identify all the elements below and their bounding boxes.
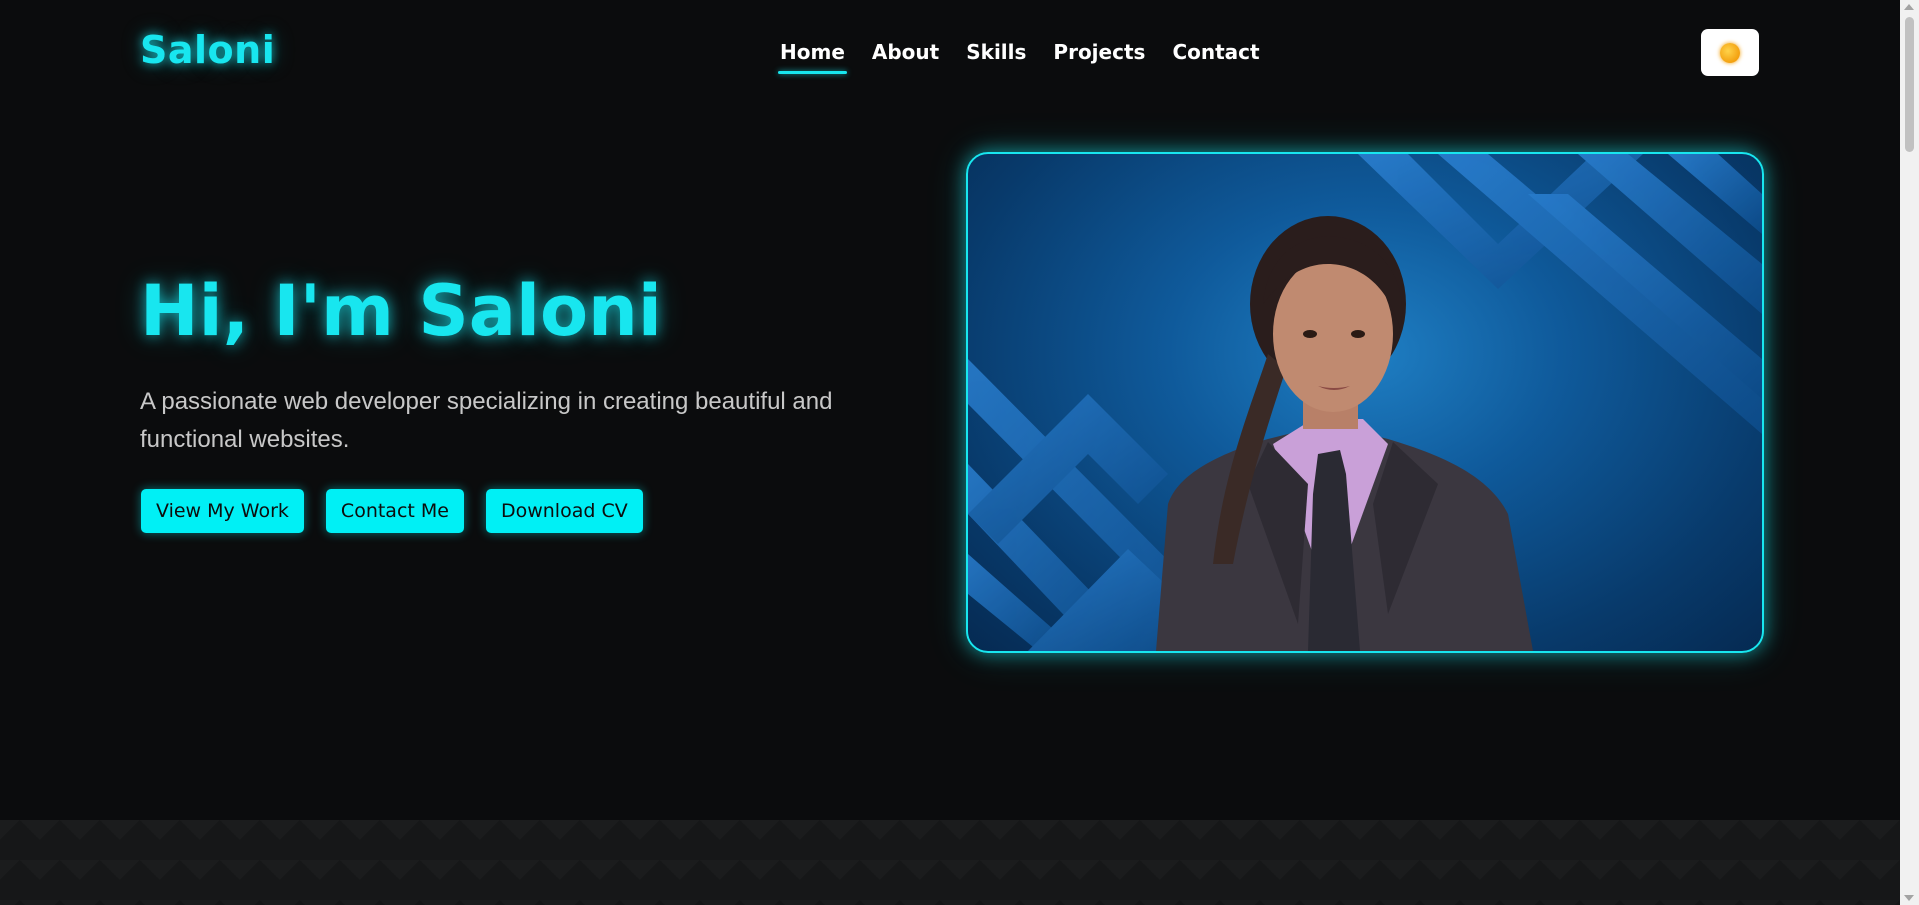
scroll-thumb[interactable] (1905, 17, 1914, 152)
theme-toggle-button[interactable] (1701, 29, 1759, 76)
person (1156, 216, 1533, 651)
page: Saloni Home About Skills Projects Contac… (0, 0, 1900, 905)
next-section (0, 820, 1900, 905)
nav-contact[interactable]: Contact (1172, 40, 1259, 64)
download-cv-button[interactable]: Download CV (485, 489, 643, 533)
nav-home[interactable]: Home (778, 40, 847, 74)
scroll-down-arrow-icon[interactable] (1904, 895, 1914, 901)
hero-title: Hi, I'm Saloni (140, 270, 662, 352)
scrollbar[interactable] (1900, 0, 1919, 905)
nav-about[interactable]: About (872, 40, 939, 64)
scroll-up-arrow-icon[interactable] (1904, 4, 1914, 10)
nav-skills[interactable]: Skills (966, 40, 1026, 64)
sun-icon (1720, 42, 1740, 63)
logo[interactable]: Saloni (140, 28, 275, 72)
hero-buttons: View My Work Contact Me Download CV (141, 489, 665, 533)
main-nav: Home About Skills Projects Contact (778, 40, 1287, 74)
profile-photo (966, 152, 1764, 653)
contact-me-button[interactable]: Contact Me (325, 489, 464, 533)
hero-subtitle: A passionate web developer specializing … (140, 388, 833, 453)
profile-illustration (968, 154, 1762, 651)
nav-projects[interactable]: Projects (1053, 40, 1145, 64)
view-work-button[interactable]: View My Work (141, 489, 304, 533)
